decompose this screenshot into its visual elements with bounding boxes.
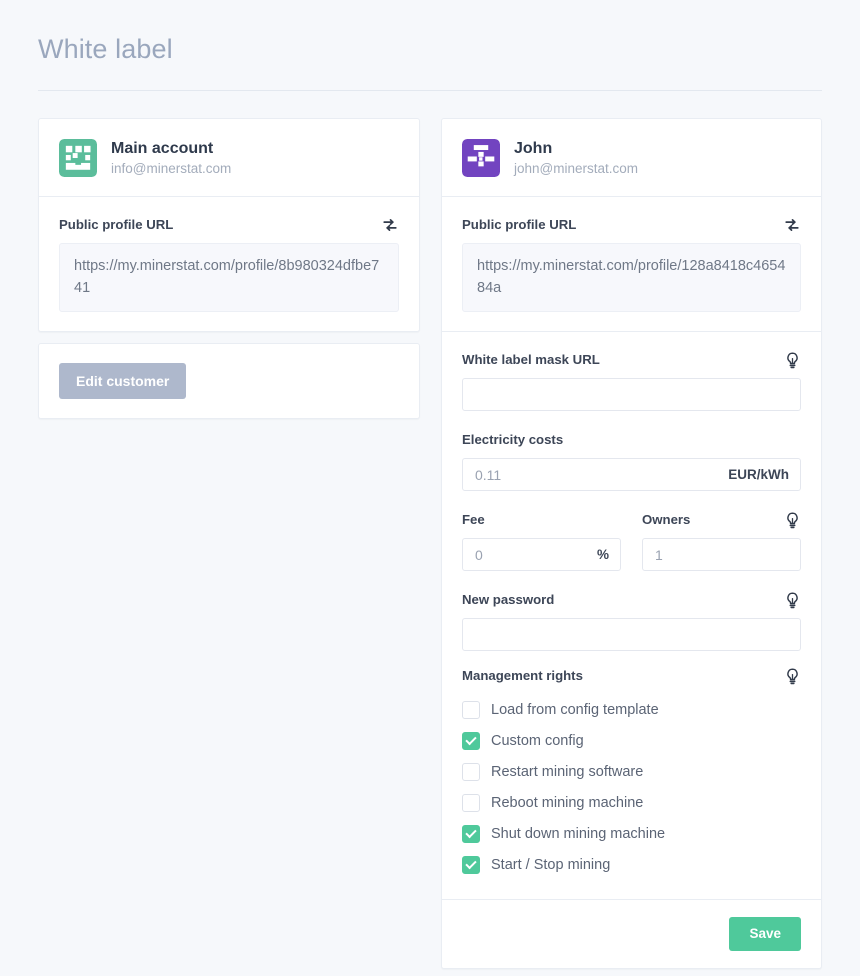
right-column: John john@minerstat.com Public profile U… [441,118,822,969]
page-header: White label [38,28,822,70]
new-password-label: New password [462,592,555,607]
electricity-costs-label-row: Electricity costs [462,431,801,449]
electricity-costs-input-wrap: EUR/kWh [462,458,801,491]
white-label-page: White label Main account info@minerstat.… [0,0,860,976]
owners-label: Owners [642,512,691,527]
public-profile-url-value[interactable]: https://my.minerstat.com/profile/8b98032… [59,243,399,312]
mask-url-label: White label mask URL [462,352,600,367]
management-right-label: Custom config [491,732,584,749]
left-column: Main account info@minerstat.com Public p… [38,118,420,419]
page-title: White label [38,34,173,64]
right-public-profile-label-row: Public profile URL [462,216,801,234]
mask-url-input[interactable] [462,378,801,411]
management-right-row[interactable]: Load from config template [462,694,801,725]
customer-account-identity: John john@minerstat.com [514,139,638,177]
main-account-identity: Main account info@minerstat.com [111,139,231,177]
mask-url-field: White label mask URL [462,351,801,411]
new-password-field: New password [462,591,801,651]
header-divider [38,90,822,91]
management-right-row[interactable]: Shut down mining machine [462,818,801,849]
left-public-profile-section: Public profile URL https://my.minerstat.… [39,197,419,331]
management-rights-label-row: Management rights [462,667,801,685]
sync-refresh-icon[interactable] [381,216,399,234]
account-name: John [514,140,553,157]
management-rights-field: Management rights Load from config templ… [462,667,801,880]
new-password-input[interactable] [462,618,801,651]
checkbox-checked-icon[interactable] [462,731,480,750]
lightbulb-icon[interactable] [783,351,801,369]
management-right-row[interactable]: Start / Stop mining [462,849,801,880]
management-right-label: Shut down mining machine [491,825,666,842]
save-row: Save [442,900,821,968]
fee-label-row: Fee [462,511,621,529]
electricity-costs-input[interactable] [462,458,801,491]
customer-card: John john@minerstat.com Public profile U… [441,118,822,969]
main-account-header: Main account info@minerstat.com [39,119,419,196]
new-password-label-row: New password [462,591,801,609]
public-profile-url-value[interactable]: https://my.minerstat.com/profile/128a841… [462,243,801,312]
edit-customer-button[interactable]: Edit customer [59,363,187,399]
checkbox-unchecked-icon[interactable] [462,762,480,781]
public-profile-url-label: Public profile URL [462,217,577,232]
public-profile-url-label: Public profile URL [59,217,174,232]
lightbulb-icon[interactable] [783,591,801,609]
fee-input[interactable] [462,538,621,571]
cards-container: Main account info@minerstat.com Public p… [38,118,822,969]
account-name: Main account [111,140,214,157]
owners-label-row: Owners [642,511,801,529]
management-right-label: Load from config template [491,701,659,718]
save-button[interactable]: Save [729,917,801,951]
customer-account-header: John john@minerstat.com [442,119,821,196]
edit-customer-section: Edit customer [39,344,419,418]
fee-owners-row: Fee % Owners [462,511,801,571]
checkbox-unchecked-icon[interactable] [462,793,480,812]
right-public-profile-section: Public profile URL https://my.minerstat.… [442,197,821,331]
management-right-label: Start / Stop mining [491,856,611,873]
fee-field: Fee % [462,511,621,571]
sync-refresh-icon[interactable] [783,216,801,234]
checkbox-checked-icon[interactable] [462,824,480,843]
electricity-costs-field: Electricity costs EUR/kWh [462,431,801,491]
fee-input-wrap: % [462,538,621,571]
management-rights-list: Load from config template Custom config Re… [462,694,801,880]
main-account-card: Main account info@minerstat.com Public p… [38,118,420,332]
fee-label: Fee [462,512,485,527]
checkbox-checked-icon[interactable] [462,855,480,874]
management-right-row[interactable]: Custom config [462,725,801,756]
edit-customer-card: Edit customer [38,343,420,419]
management-right-row[interactable]: Reboot mining machine [462,787,801,818]
account-email: john@minerstat.com [514,161,638,176]
identicon-avatar-icon [462,139,500,177]
lightbulb-icon[interactable] [783,511,801,529]
owners-input[interactable] [642,538,801,571]
checkbox-unchecked-icon[interactable] [462,700,480,719]
owners-field: Owners [642,511,801,571]
account-email: info@minerstat.com [111,161,232,176]
lightbulb-icon[interactable] [783,667,801,685]
management-rights-label: Management rights [462,668,583,683]
management-right-row[interactable]: Restart mining software [462,756,801,787]
mask-url-label-row: White label mask URL [462,351,801,369]
white-label-form-section: White label mask URL Electricity costs 0… [442,332,821,899]
electricity-costs-label: Electricity costs [462,432,564,447]
management-right-label: Restart mining software [491,763,644,780]
left-public-profile-label-row: Public profile URL [59,216,399,234]
identicon-avatar-icon [59,139,97,177]
management-right-label: Reboot mining machine [491,794,644,811]
